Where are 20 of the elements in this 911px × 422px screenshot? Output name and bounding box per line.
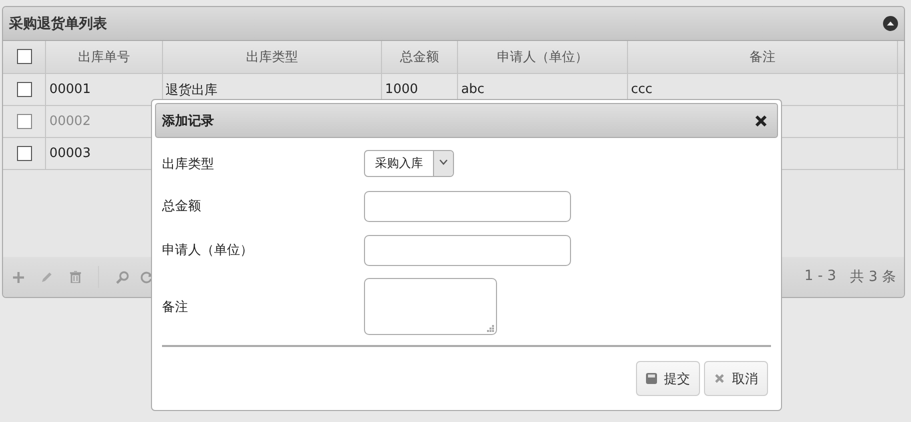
field-label: 申请人（单位） <box>162 242 254 259</box>
column-header[interactable]: 备注 <box>749 50 776 65</box>
type-select[interactable]: 采购入库 <box>364 150 454 177</box>
field-label: 出库类型 <box>162 156 215 172</box>
table-cell: 退货出库 <box>166 82 218 98</box>
panel-title: 采购退货单列表 <box>9 14 107 32</box>
table-cell: 00001 <box>49 82 91 97</box>
table-cell: 00002 <box>49 114 91 129</box>
table-cell: ccc <box>630 82 652 97</box>
cancel-button[interactable]: 取消 <box>704 361 768 396</box>
page-range: 1 - 3 <box>804 268 836 286</box>
field-label: 备注 <box>162 298 189 316</box>
table-cell: abc <box>461 82 484 97</box>
field-label: 总金额 <box>162 198 202 215</box>
dialog-title: 添加记录 <box>162 112 214 130</box>
record-count: 共 3 条 <box>850 268 896 286</box>
column-header[interactable]: 出库类型 <box>246 50 298 65</box>
table-cell: 00003 <box>49 146 91 161</box>
submit-button[interactable]: 提交 <box>636 361 700 396</box>
table-cell: 1000 <box>384 82 418 97</box>
